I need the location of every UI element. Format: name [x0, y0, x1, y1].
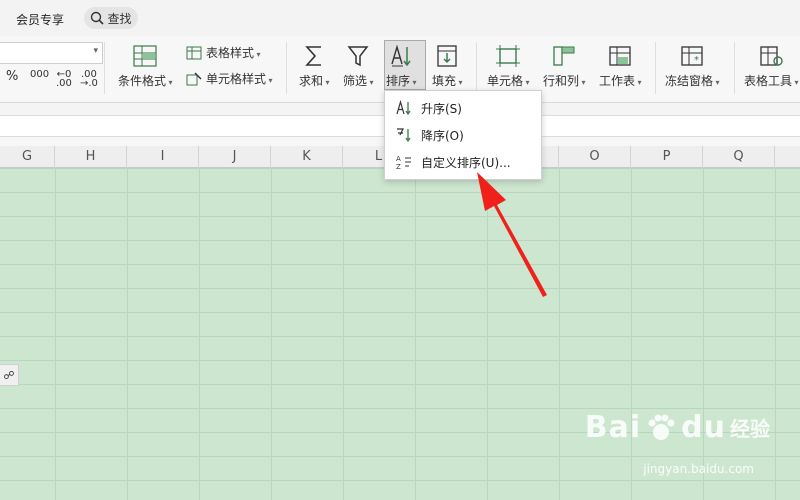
- fill-icon: [433, 42, 461, 70]
- baidu-watermark: Bai du 经验: [585, 410, 770, 445]
- sort-button[interactable]: 排序: [386, 42, 417, 89]
- filter-button[interactable]: 筛选: [343, 42, 374, 89]
- watermark-url: jingyan.baidu.com: [643, 462, 754, 476]
- fill-button[interactable]: 填充: [432, 42, 463, 89]
- sort-icon: [387, 42, 415, 70]
- sigma-icon: [300, 42, 328, 70]
- conditional-format-button[interactable]: 条件格式: [118, 42, 173, 89]
- column-header[interactable]: Q: [703, 146, 775, 168]
- ribbon-separator: [286, 42, 287, 94]
- column-header[interactable]: J: [199, 146, 271, 168]
- sum-label: 求和: [299, 72, 330, 89]
- table-tools-icon: [757, 42, 785, 70]
- column-header[interactable]: K: [271, 146, 343, 168]
- sum-button[interactable]: 求和: [299, 42, 330, 89]
- worksheet-button[interactable]: 工作表: [599, 42, 642, 89]
- ribbon-separator: [104, 42, 105, 94]
- search-icon: [91, 11, 105, 25]
- search-label: 查找: [107, 11, 132, 26]
- filter-label: 筛选: [343, 72, 374, 89]
- paste-options-icon[interactable]: ☍: [0, 364, 19, 386]
- column-header[interactable]: I: [127, 146, 199, 168]
- menu-item-label: 升序(S): [421, 101, 462, 116]
- menu-item-custom-sort[interactable]: AZ 自定义排序(U)...: [385, 149, 541, 175]
- chevron-down-icon: ▾: [93, 46, 98, 56]
- svg-text:*: *: [694, 55, 699, 66]
- increase-decimal-button[interactable]: ←0 .00: [56, 70, 72, 89]
- cell-label: 单元格: [487, 72, 530, 89]
- cell-style-icon: [186, 72, 202, 85]
- menu-item-sort-ascending[interactable]: 升序(S): [385, 95, 541, 121]
- conditional-format-label: 条件格式: [118, 72, 173, 89]
- sort-descending-icon: [395, 127, 413, 143]
- row-col-label: 行和列: [543, 72, 586, 89]
- table-style-icon: [186, 46, 202, 59]
- cell-button[interactable]: 单元格: [487, 42, 530, 89]
- watermark-brand: Bai: [584, 410, 642, 445]
- member-exclusive-tab[interactable]: 会员专享: [16, 11, 64, 28]
- watermark-cn: 经验: [730, 417, 770, 441]
- ribbon-separator: [655, 42, 656, 94]
- sort-dropdown-menu: 升序(S) 降序(O) AZ 自定义排序(U)...: [384, 90, 542, 180]
- sort-label: 排序: [386, 72, 417, 89]
- table-tools-button[interactable]: 表格工具: [744, 42, 799, 89]
- conditional-format-icon: [131, 42, 159, 70]
- worksheet-icon: [606, 42, 634, 70]
- watermark-brand-2: du: [681, 410, 726, 445]
- column-header[interactable]: O: [559, 146, 631, 168]
- table-style-label: 表格样式: [206, 44, 261, 61]
- cell-icon: [494, 42, 522, 70]
- freeze-panes-icon: *: [678, 42, 706, 70]
- custom-sort-icon: AZ: [395, 154, 413, 170]
- decrease-decimal-button[interactable]: .00 →.0: [80, 70, 98, 89]
- freeze-panes-button[interactable]: * 冻结窗格: [665, 42, 720, 89]
- menu-item-label: 降序(O): [421, 128, 464, 143]
- menu-item-sort-descending[interactable]: 降序(O): [385, 122, 541, 148]
- svg-text:A: A: [396, 155, 401, 163]
- table-tools-label: 表格工具: [744, 72, 799, 89]
- sort-ascending-icon: [395, 100, 413, 116]
- freeze-panes-label: 冻结窗格: [665, 72, 720, 89]
- fill-label: 填充: [432, 72, 463, 89]
- column-header[interactable]: G: [0, 146, 55, 168]
- thousands-format-button[interactable]: 000: [30, 70, 49, 80]
- column-header[interactable]: H: [55, 146, 127, 168]
- spreadsheet-grid[interactable]: [0, 168, 800, 500]
- table-style-button[interactable]: 表格样式: [186, 44, 261, 61]
- number-format-select[interactable]: ▾: [0, 42, 103, 64]
- ribbon-separator: [734, 42, 735, 94]
- menu-item-label: 自定义排序(U)...: [421, 155, 511, 170]
- row-col-button[interactable]: 行和列: [543, 42, 586, 89]
- search-button[interactable]: 查找: [84, 7, 138, 29]
- column-header[interactable]: P: [631, 146, 703, 168]
- ribbon-separator: [476, 42, 477, 94]
- worksheet-label: 工作表: [599, 72, 642, 89]
- svg-text:Z: Z: [396, 163, 401, 170]
- cell-style-button[interactable]: 单元格样式: [186, 70, 273, 87]
- paw-icon: [648, 414, 675, 440]
- filter-icon: [344, 42, 372, 70]
- top-bar: 会员专享 查找: [0, 0, 800, 36]
- percent-format-button[interactable]: %: [6, 70, 18, 83]
- cell-style-label: 单元格样式: [206, 70, 273, 87]
- row-col-icon: [550, 42, 578, 70]
